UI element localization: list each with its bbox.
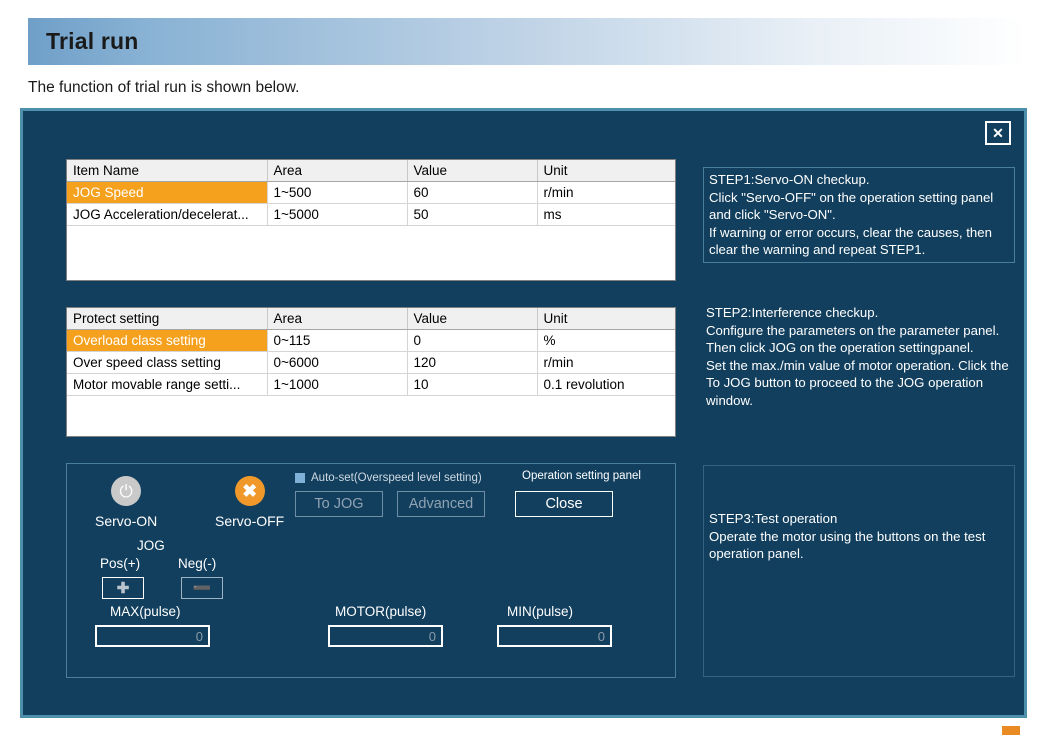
jog-positive-button[interactable]: ✚ xyxy=(102,577,144,599)
cell-area: 1~1000 xyxy=(267,373,408,396)
step1-instructions: STEP1:Servo-ON checkup. Click "Servo-OFF… xyxy=(703,167,1015,263)
cell-area: 0~115 xyxy=(267,329,408,352)
table-row[interactable]: Motor movable range setti... 1~1000 10 0… xyxy=(67,373,675,396)
max-pulse-label: MAX(pulse) xyxy=(110,604,181,619)
cell-unit: r/min xyxy=(537,181,675,204)
jog-settings-table[interactable]: Item Name Area Value Unit JOG Speed 1~50… xyxy=(66,159,676,281)
cell-unit: ms xyxy=(537,203,675,226)
column-header: Unit xyxy=(537,308,675,330)
operation-setting-panel: ⏻ Servo-ON ✖ Servo-OFF Auto-set(Overspee… xyxy=(66,463,676,678)
min-pulse-input[interactable]: 0 xyxy=(497,625,612,647)
dialog-body: ✕ Item Name Area Value Unit JOG Speed 1~… xyxy=(23,111,1024,715)
table-row[interactable]: JOG Acceleration/decelerat... 1~5000 50 … xyxy=(67,203,675,226)
motor-pulse-input[interactable]: 0 xyxy=(328,625,443,647)
jog-negative-button[interactable]: ➖ xyxy=(181,577,223,599)
max-pulse-input[interactable]: 0 xyxy=(95,625,210,647)
servo-on-label: Servo-ON xyxy=(95,513,158,529)
to-jog-button[interactable]: To JOG xyxy=(295,491,383,517)
advanced-button[interactable]: Advanced xyxy=(397,491,485,517)
slide-header: Trial run xyxy=(28,18,1028,65)
step2-instructions: STEP2:Interference checkup. Configure th… xyxy=(706,305,1009,408)
cell-item-name: JOG Speed xyxy=(67,181,268,204)
table-row[interactable]: JOG Speed 1~500 60 r/min xyxy=(67,181,675,204)
table-header-row: Item Name Area Value Unit xyxy=(67,160,675,182)
cell-area: 1~500 xyxy=(267,181,408,204)
cell-item-name: JOG Acceleration/decelerat... xyxy=(67,203,268,226)
column-header: Protect setting xyxy=(67,308,268,330)
checkbox-checked-icon[interactable] xyxy=(295,473,305,483)
table-header-row: Protect setting Area Value Unit xyxy=(67,308,675,330)
column-header: Item Name xyxy=(67,160,268,182)
operation-panel-title: Operation setting panel xyxy=(522,470,641,482)
table-row[interactable]: Over speed class setting 0~6000 120 r/mi… xyxy=(67,351,675,374)
page-title: Trial run xyxy=(46,28,139,54)
cell-value[interactable]: 120 xyxy=(407,351,538,374)
cell-item-name: Overload class setting xyxy=(67,329,268,352)
table-row[interactable]: Overload class setting 0~115 0 % xyxy=(67,329,675,352)
column-header: Value xyxy=(407,308,538,330)
jog-neg-label: Neg(-) xyxy=(178,556,217,571)
servo-off-label: Servo-OFF xyxy=(215,513,285,529)
cell-item-name: Motor movable range setti... xyxy=(67,373,268,396)
cell-area: 0~6000 xyxy=(267,351,408,374)
min-pulse-label: MIN(pulse) xyxy=(507,604,574,619)
cell-value[interactable]: 50 xyxy=(407,203,538,226)
autoset-checkbox-label: Auto-set(Overspeed level setting) xyxy=(311,472,482,484)
cell-area: 1~5000 xyxy=(267,203,408,226)
column-header: Value xyxy=(407,160,538,182)
motor-pulse-label: MOTOR(pulse) xyxy=(335,604,427,619)
servo-off-control[interactable]: ✖ Servo-OFF xyxy=(215,476,284,529)
column-header: Area xyxy=(267,160,408,182)
column-header: Unit xyxy=(537,160,675,182)
jog-pos-label: Pos(+) xyxy=(100,556,141,571)
close-button[interactable]: Close xyxy=(515,491,613,517)
step3-instructions: STEP3:Test operation Operate the motor u… xyxy=(703,465,1015,677)
power-icon[interactable]: ⏻ xyxy=(111,476,142,506)
autoset-checkbox-row[interactable]: Auto-set(Overspeed level setting) xyxy=(295,472,482,484)
cell-item-name: Over speed class setting xyxy=(67,351,268,374)
minus-icon: ➖ xyxy=(192,579,212,597)
servo-on-control[interactable]: ⏻ Servo-ON xyxy=(95,476,157,529)
jog-group-label: JOG xyxy=(137,538,165,553)
trial-run-dialog: ✕ Item Name Area Value Unit JOG Speed 1~… xyxy=(20,108,1027,718)
protect-settings-table[interactable]: Protect setting Area Value Unit Overload… xyxy=(66,307,676,437)
close-icon[interactable]: ✕ xyxy=(985,121,1011,145)
bottom-edge-artifact xyxy=(1002,726,1020,735)
slide-subtitle: The function of trial run is shown below… xyxy=(28,79,300,96)
cell-value[interactable]: 60 xyxy=(407,181,538,204)
cell-unit: 0.1 revolution xyxy=(537,373,675,396)
column-header: Area xyxy=(267,308,408,330)
cell-value[interactable]: 0 xyxy=(407,329,538,352)
cell-value[interactable]: 10 xyxy=(407,373,538,396)
x-circle-icon[interactable]: ✖ xyxy=(234,476,265,506)
cell-unit: % xyxy=(537,329,675,352)
cell-unit: r/min xyxy=(537,351,675,374)
plus-icon: ✚ xyxy=(116,579,130,597)
